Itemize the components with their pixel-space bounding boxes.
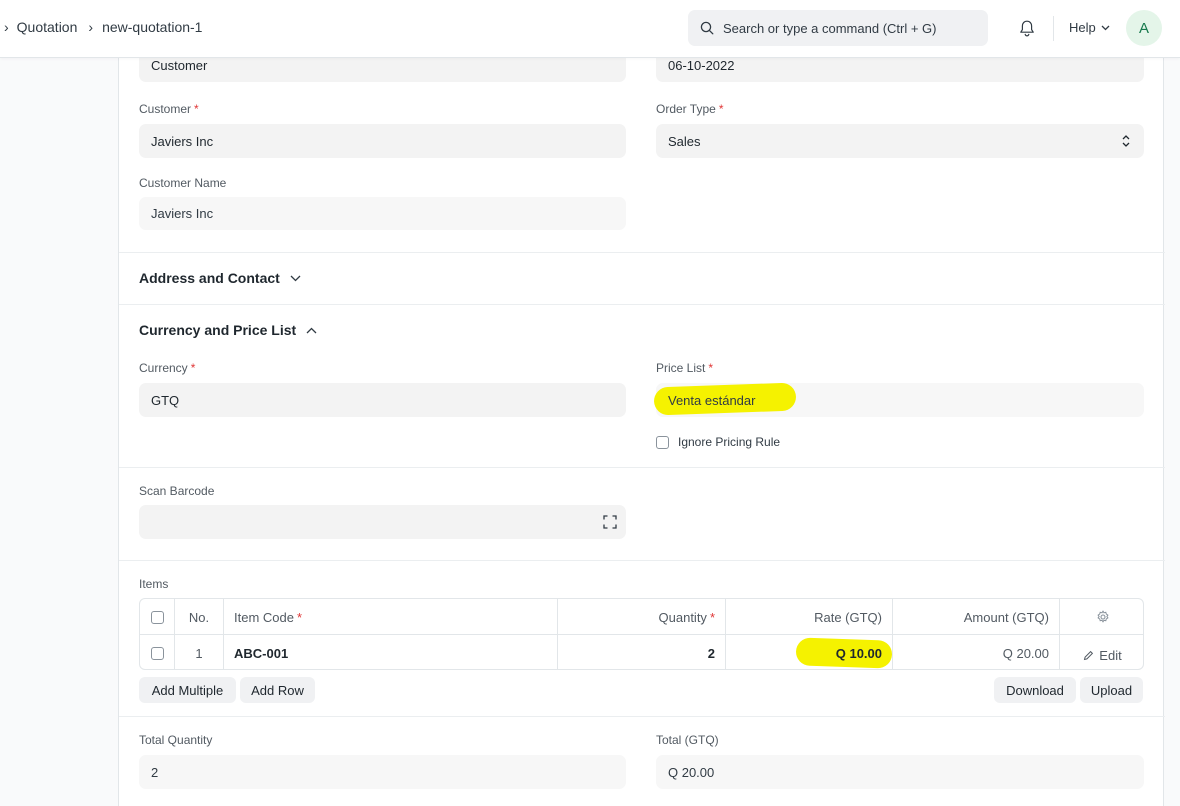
select-all-cell — [140, 599, 174, 635]
help-dropdown[interactable]: Help — [1069, 20, 1110, 35]
price-list-field[interactable]: Venta estándar — [653, 382, 1144, 417]
items-table: No. Item Code * Quantity * Rate (GTQ) Amou… — [139, 598, 1144, 670]
chevron-down-icon — [1101, 25, 1110, 30]
row-no-cell: 1 — [174, 635, 223, 669]
ignore-pricing-rule-checkbox[interactable] — [656, 435, 669, 449]
row-quantity-cell[interactable]: 2 — [557, 635, 725, 669]
column-settings-cell — [1059, 599, 1143, 635]
table-header-row: No. Item Code * Quantity * Rate (GTQ) Amou… — [140, 599, 1143, 635]
avatar[interactable]: A — [1126, 10, 1162, 46]
table-row[interactable]: 1 ABC-001 2 Q 10.00 Q 20.00 Edit — [140, 635, 1143, 669]
section-divider — [119, 467, 1165, 468]
row-checkbox[interactable] — [150, 646, 164, 660]
total-label: Total (GTQ) — [656, 733, 719, 747]
select-arrows-icon — [1122, 135, 1130, 147]
select-all-checkbox[interactable] — [150, 610, 164, 624]
total-quantity-field: 2 — [139, 755, 626, 789]
section-divider — [119, 252, 1165, 253]
chevron-right-icon: › — [4, 19, 9, 35]
help-label: Help — [1069, 20, 1096, 35]
ignore-pricing-rule-label: Ignore Pricing Rule — [678, 435, 781, 449]
row-rate-cell[interactable]: Q 10.00 — [725, 635, 893, 669]
order-type-label: Order Type * — [656, 102, 724, 116]
search-input[interactable]: Search or type a command (Ctrl + G) — [688, 10, 988, 46]
bell-icon[interactable] — [1018, 19, 1036, 38]
currency-price-list-title: Currency and Price List — [139, 322, 297, 338]
chevron-right-icon: › — [88, 19, 94, 35]
row-select-cell — [140, 635, 174, 669]
customer-label: Customer * — [139, 102, 199, 116]
price-list-value: Venta estándar — [668, 392, 756, 408]
add-multiple-button[interactable]: Add Multiple — [139, 677, 236, 703]
row-rate-value: Q 10.00 — [835, 645, 882, 661]
chevron-down-icon — [290, 275, 301, 281]
ignore-pricing-rule-row: Ignore Pricing Rule — [656, 435, 780, 449]
column-header-rate: Rate (GTQ) — [725, 599, 892, 635]
customer-field[interactable]: Javiers Inc — [139, 124, 626, 158]
customer-name-value: Javiers Inc — [151, 206, 214, 221]
quotation-form: Customer 06-10-2022 Customer * Javiers In… — [118, 48, 1165, 806]
search-placeholder: Search or type a command (Ctrl + G) — [723, 20, 937, 36]
row-edit-button[interactable]: Edit — [1059, 635, 1143, 669]
navbar: › Quotation › new-quotation-1 Search or … — [0, 0, 1180, 58]
section-divider — [119, 560, 1165, 561]
row-edit-label: Edit — [1099, 647, 1122, 663]
section-divider — [119, 716, 1165, 717]
row-amount-cell: Q 20.00 — [892, 635, 1059, 669]
total-field: Q 20.00 — [656, 755, 1144, 789]
address-contact-section-toggle[interactable]: Address and Contact — [139, 270, 301, 286]
total-value: Q 20.00 — [668, 764, 715, 780]
order-type-select[interactable]: Sales — [656, 124, 1144, 158]
total-quantity-label: Total Quantity — [139, 733, 213, 747]
scan-barcode-input[interactable] — [139, 505, 626, 539]
column-header-amount: Amount (GTQ) — [892, 599, 1059, 635]
customer-name-label: Customer Name — [139, 176, 227, 190]
date-value: 06-10-2022 — [668, 57, 735, 73]
currency-value: GTQ — [151, 392, 180, 408]
row-item-code-cell[interactable]: ABC-001 — [223, 635, 557, 669]
currency-label: Currency * — [139, 361, 196, 375]
pencil-icon — [1084, 650, 1094, 660]
add-row-button[interactable]: Add Row — [240, 677, 315, 703]
breadcrumb: › Quotation › new-quotation-1 — [4, 19, 202, 35]
column-header-quantity: Quantity * — [557, 599, 725, 635]
currency-field[interactable]: GTQ — [139, 383, 626, 417]
customer-value: Javiers Inc — [151, 133, 214, 149]
total-quantity-value: 2 — [151, 764, 159, 780]
address-contact-title: Address and Contact — [139, 270, 280, 286]
quotation-to-value: Customer — [151, 57, 208, 73]
download-button[interactable]: Download — [994, 677, 1076, 703]
search-icon — [700, 21, 714, 35]
settings-icon[interactable] — [1096, 610, 1110, 624]
navbar-divider — [1053, 16, 1054, 41]
section-divider — [119, 304, 1165, 305]
chevron-up-icon — [306, 327, 317, 333]
column-header-no: No. — [174, 599, 223, 635]
breadcrumb-new-quotation[interactable]: new-quotation-1 — [102, 19, 202, 35]
scan-icon[interactable] — [603, 515, 617, 529]
breadcrumb-quotation[interactable]: Quotation — [17, 19, 78, 35]
column-header-item-code: Item Code * — [223, 599, 557, 635]
currency-price-list-section-toggle[interactable]: Currency and Price List — [139, 322, 317, 338]
customer-name-field: Javiers Inc — [139, 197, 626, 230]
scan-barcode-label: Scan Barcode — [139, 484, 215, 498]
items-label: Items — [139, 577, 169, 591]
order-type-value: Sales — [668, 133, 701, 149]
upload-button[interactable]: Upload — [1080, 677, 1143, 703]
price-list-label: Price List * — [656, 361, 714, 375]
